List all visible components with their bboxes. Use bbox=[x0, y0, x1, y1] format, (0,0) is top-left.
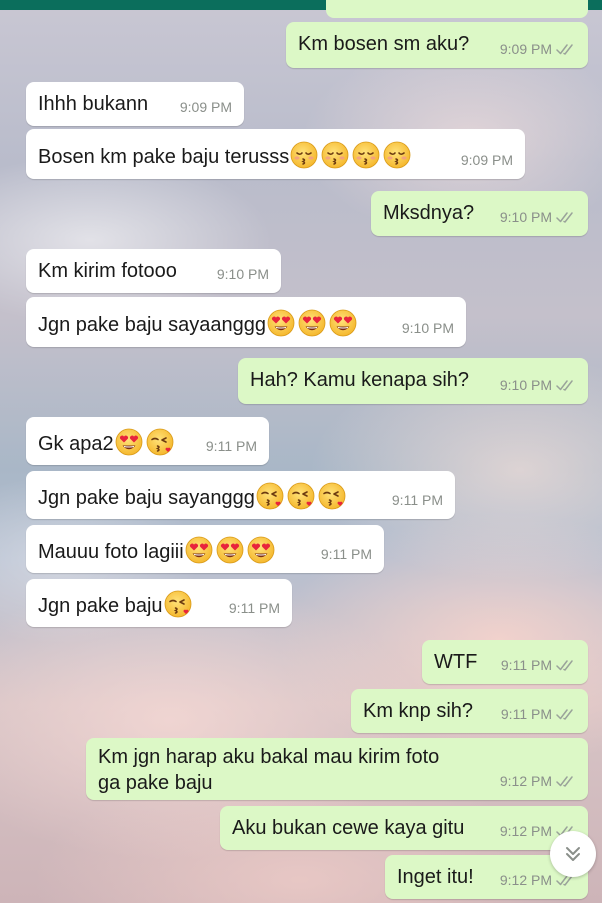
emoji-row bbox=[290, 141, 411, 169]
message-bubble-outgoing[interactable]: Km bosen sm aku? 9:09 PM bbox=[286, 22, 588, 68]
blowing-kiss-emoji-icon bbox=[256, 482, 284, 510]
previous-message-bubble bbox=[326, 0, 588, 18]
kissing-closed-eyes-emoji-icon bbox=[290, 141, 318, 169]
kissing-closed-eyes-emoji-icon bbox=[383, 141, 411, 169]
heart-eyes-emoji-icon bbox=[329, 309, 357, 337]
message-text: WTF bbox=[434, 651, 478, 673]
message-time: 9:11 PM bbox=[228, 600, 280, 616]
message-time: 9:09 PM bbox=[179, 99, 232, 115]
message-text-wrap: Gk apa2 bbox=[38, 428, 174, 457]
message-time: 9:10 PM bbox=[216, 266, 269, 282]
message-text: Aku bukan cewe kaya gitu bbox=[232, 817, 465, 839]
message-text-wrap: Mauuu foto lagiii bbox=[38, 536, 275, 565]
kissing-closed-eyes-emoji-icon bbox=[321, 141, 349, 169]
heart-eyes-emoji-icon bbox=[298, 309, 326, 337]
message-text-wrap: Jgn pake baju sayaanggg bbox=[38, 309, 357, 338]
message-text: Ihhh bukann bbox=[38, 93, 149, 115]
message-text-lines: Km jgn harap aku bakal mau kirim foto ga… bbox=[98, 744, 439, 796]
message-text-line: ga pake baju bbox=[98, 772, 213, 794]
message-bubble-outgoing[interactable]: Km knp sih? 9:11 PM bbox=[351, 689, 588, 733]
message-text: Inget itu! bbox=[397, 866, 474, 888]
double-check-read-icon bbox=[556, 42, 578, 56]
kissing-closed-eyes-emoji-icon bbox=[352, 141, 380, 169]
message-bubble-incoming[interactable]: Gk apa2 9:11 PM bbox=[26, 417, 269, 465]
heart-eyes-emoji-icon bbox=[247, 536, 275, 564]
message-meta: 9:11 PM bbox=[501, 701, 578, 727]
message-time: 9:10 PM bbox=[499, 209, 552, 225]
message-bubble-outgoing[interactable]: Km jgn harap aku bakal mau kirim foto ga… bbox=[86, 738, 588, 800]
double-check-read-icon bbox=[556, 378, 578, 392]
message-text: Hah? Kamu kenapa sih? bbox=[250, 369, 470, 391]
heart-eyes-emoji-icon bbox=[216, 536, 244, 564]
message-time: 9:09 PM bbox=[460, 152, 513, 168]
heart-eyes-emoji-icon bbox=[267, 309, 295, 337]
emoji-row bbox=[115, 428, 174, 456]
blowing-kiss-emoji-icon bbox=[318, 482, 346, 510]
message-text: Jgn pake baju bbox=[38, 595, 163, 617]
message-meta: 9:10 PM bbox=[500, 204, 578, 230]
blowing-kiss-emoji-icon bbox=[164, 590, 192, 618]
message-bubble-incoming[interactable]: Jgn pake baju sayaanggg 9:10 PM bbox=[26, 297, 466, 347]
message-bubble-outgoing[interactable]: Mksdnya? 9:10 PM bbox=[371, 191, 588, 236]
message-time: 9:11 PM bbox=[500, 706, 552, 722]
message-text: Km kirim fotooo bbox=[38, 260, 177, 282]
message-text: Mksdnya? bbox=[383, 202, 475, 224]
message-time: 9:12 PM bbox=[499, 773, 552, 789]
message-text: Jgn pake baju sayaanggg bbox=[38, 314, 266, 336]
message-bubble-incoming[interactable]: Jgn pake baju sayanggg 9:11 PM bbox=[26, 471, 455, 519]
message-time: 9:11 PM bbox=[391, 492, 443, 508]
double-check-read-icon bbox=[556, 707, 578, 721]
message-text-wrap: Jgn pake baju bbox=[38, 590, 192, 619]
message-time: 9:11 PM bbox=[500, 657, 552, 673]
message-bubble-outgoing[interactable]: Hah? Kamu kenapa sih? 9:10 PM bbox=[238, 358, 588, 404]
heart-eyes-emoji-icon bbox=[115, 428, 143, 456]
message-time: 9:11 PM bbox=[320, 546, 372, 562]
emoji-row bbox=[164, 590, 192, 618]
double-check-read-icon bbox=[556, 658, 578, 672]
message-text: Bosen km pake baju terusss bbox=[38, 146, 290, 168]
scroll-to-bottom-button[interactable] bbox=[550, 831, 596, 877]
message-bubble-outgoing[interactable]: WTF 9:11 PM bbox=[422, 640, 588, 684]
message-time: 9:12 PM bbox=[499, 872, 552, 888]
message-bubble-incoming[interactable]: Km kirim fotooo 9:10 PM bbox=[26, 249, 281, 293]
message-bubble-incoming[interactable]: Bosen km pake baju terusss 9:09 PM bbox=[26, 129, 525, 179]
emoji-row bbox=[185, 536, 275, 564]
message-bubble-incoming[interactable]: Jgn pake baju 9:11 PM bbox=[26, 579, 292, 627]
blowing-kiss-emoji-icon bbox=[287, 482, 315, 510]
message-text: Mauuu foto lagiii bbox=[38, 541, 184, 563]
emoji-row bbox=[256, 482, 346, 510]
message-time: 9:10 PM bbox=[499, 377, 552, 393]
message-text: Km bosen sm aku? bbox=[298, 33, 470, 55]
message-text: Km knp sih? bbox=[363, 700, 474, 722]
message-text: Jgn pake baju sayanggg bbox=[38, 487, 255, 509]
message-text-wrap: Jgn pake baju sayanggg bbox=[38, 482, 346, 511]
double-chevron-down-icon bbox=[566, 847, 580, 861]
message-text-wrap: Bosen km pake baju terusss bbox=[38, 141, 411, 170]
message-bubble-incoming[interactable]: Mauuu foto lagiii 9:11 PM bbox=[26, 525, 384, 573]
message-meta: 9:11 PM bbox=[501, 652, 578, 678]
double-check-read-icon bbox=[556, 210, 578, 224]
message-meta: 9:10 PM bbox=[500, 372, 578, 398]
message-bubble-outgoing[interactable]: Aku bukan cewe kaya gitu 9:12 PM bbox=[220, 806, 588, 850]
message-text-line: Km jgn harap aku bakal mau kirim foto bbox=[98, 746, 440, 768]
heart-eyes-emoji-icon bbox=[185, 536, 213, 564]
message-bubble-incoming[interactable]: Ihhh bukann 9:09 PM bbox=[26, 82, 244, 126]
message-text: Gk apa2 bbox=[38, 433, 114, 455]
message-time: 9:10 PM bbox=[401, 320, 454, 336]
blowing-kiss-emoji-icon bbox=[146, 428, 174, 456]
message-meta: 9:12 PM bbox=[500, 768, 578, 794]
message-time: 9:09 PM bbox=[499, 41, 552, 57]
message-time: 9:11 PM bbox=[205, 438, 257, 454]
message-meta: 9:09 PM bbox=[500, 36, 578, 62]
emoji-row bbox=[267, 309, 357, 337]
double-check-read-icon bbox=[556, 774, 578, 788]
message-time: 9:12 PM bbox=[499, 823, 552, 839]
